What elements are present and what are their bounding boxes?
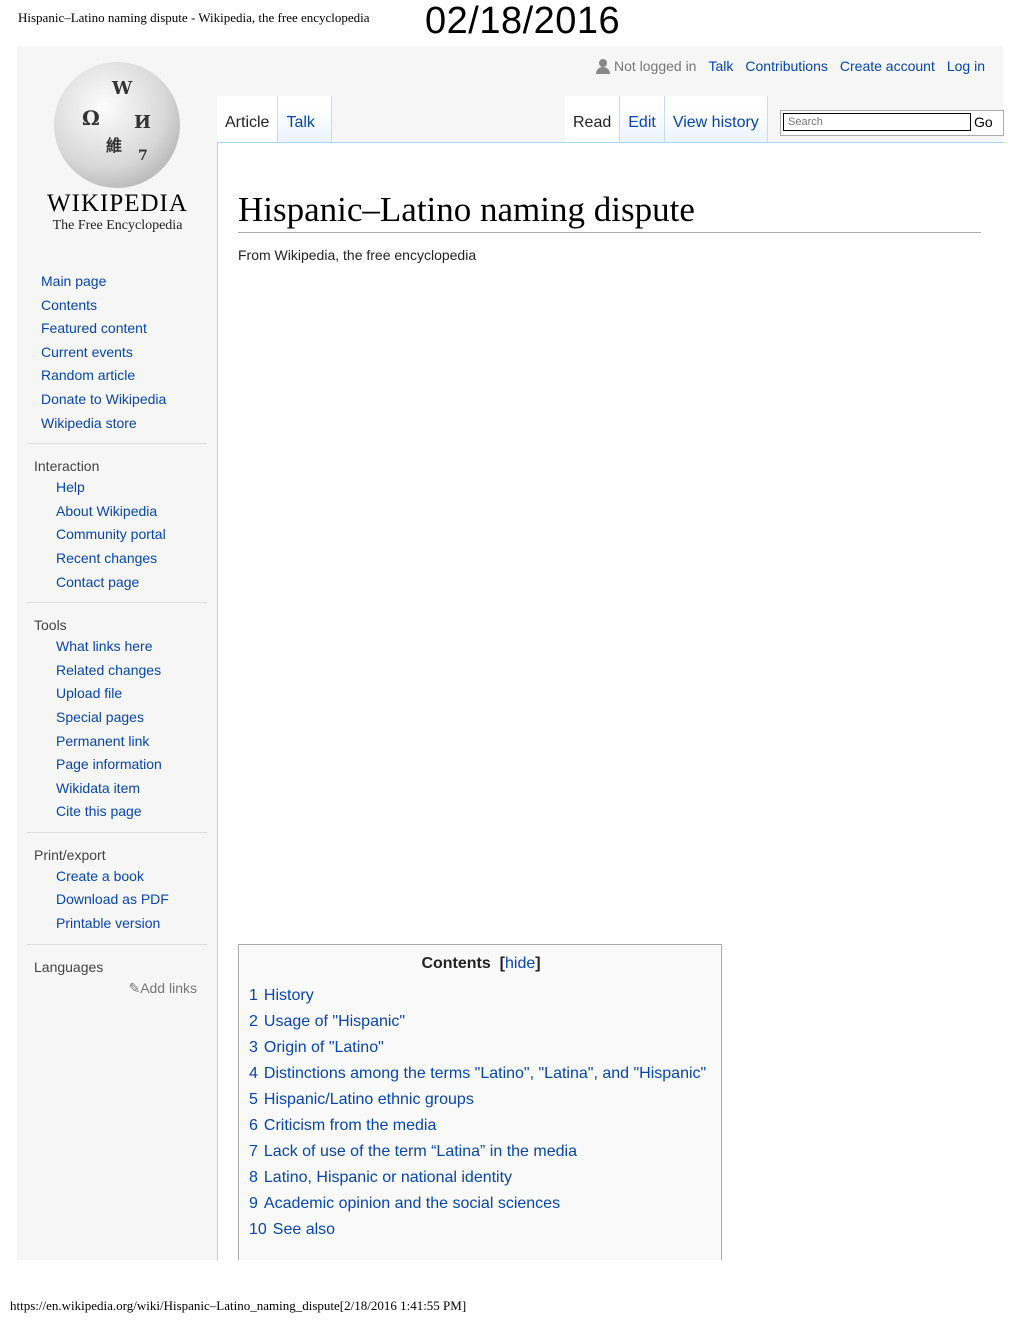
add-links-label: Add links [140,979,197,996]
log-in-link[interactable]: Log in [947,58,985,74]
sidebar: Main page Contents Featured content Curr… [27,270,207,1000]
tools-heading: Tools [34,617,67,634]
page-title: Hispanic–Latino naming dispute [238,190,981,233]
puzzle-globe-icon: W Ω И 維 7 [54,62,180,188]
tagline: The Free Encyclopedia [52,218,183,233]
toc-item[interactable]: 4 Distinctions among the terms "Latino", … [249,1061,713,1087]
wordmark: WIKIPEDIA [47,190,188,217]
sidebar-item-special-pages[interactable]: Special pages [27,706,207,730]
tab-talk[interactable]: Talk [278,96,332,142]
sidebar-item-current-events[interactable]: Current events [41,341,207,365]
tab-read[interactable]: Read [565,96,621,142]
sidebar-interaction: Interaction Help About Wikipedia Communi… [27,443,207,594]
sidebar-item-about[interactable]: About Wikipedia [27,500,207,524]
toc-hide-toggle[interactable]: hide [505,955,535,972]
sidebar-item-page-information[interactable]: Page information [27,753,207,777]
toc-item[interactable]: 8 Latino, Hispanic or national identity [249,1165,713,1191]
talk-link[interactable]: Talk [708,58,733,74]
sidebar-item-featured-content[interactable]: Featured content [41,317,207,341]
sidebar-item-help[interactable]: Help [27,476,207,500]
add-links-button[interactable]: ✎Add links [27,977,207,1001]
sidebar-item-cite-this-page[interactable]: Cite this page [27,800,207,824]
tab-edit-label: Edit [628,114,656,131]
tab-edit[interactable]: Edit [620,96,665,142]
sidebar-languages: Languages ✎Add links [27,943,207,1001]
tab-view-history[interactable]: View history [664,96,768,142]
not-logged-in: Not logged in [595,58,697,74]
toc-item[interactable]: 5 Hispanic/Latino ethnic groups [249,1087,713,1113]
sidebar-item-related-changes[interactable]: Related changes [27,659,207,683]
toc-item[interactable]: 10 See also [249,1217,713,1243]
languages-heading: Languages [34,958,104,975]
sidebar-print-export: Print/export Create a book Download as P… [27,831,207,936]
namespace-tabs: Article Talk [217,96,332,142]
toc-item[interactable]: 3 Origin of "Latino" [249,1035,713,1061]
sidebar-item-contact-page[interactable]: Contact page [27,571,207,595]
sidebar-item-upload-file[interactable]: Upload file [27,682,207,706]
table-of-contents: Contents [hide] 1 History 2 Usage of "Hisp… [238,944,722,1260]
view-tabs: Read Edit View history [565,96,768,142]
sidebar-item-wikidata-item[interactable]: Wikidata item [27,777,207,801]
toc-item[interactable]: 7 Lack of use of the term “Latina” in the… [249,1139,713,1165]
sidebar-item-create-book[interactable]: Create a book [27,865,207,889]
sidebar-item-store[interactable]: Wikipedia store [41,412,207,436]
toc-list: 1 History 2 Usage of "Hispanic" 3 Origin of… [249,983,713,1243]
sidebar-item-community-portal[interactable]: Community portal [27,523,207,547]
pencil-icon: ✎ [128,979,141,996]
search-box: Go [780,110,1004,136]
toc-title: Contents [421,955,491,972]
go-button[interactable]: Go [974,114,993,130]
sidebar-item-main-page[interactable]: Main page [41,270,207,294]
sidebar-item-recent-changes[interactable]: Recent changes [27,547,207,571]
tab-talk-label: Talk [286,114,315,131]
sidebar-item-permanent-link[interactable]: Permanent link [27,730,207,754]
not-logged-in-label: Not logged in [613,58,697,74]
toc-item[interactable]: 2 Usage of "Hispanic" [249,1009,713,1035]
sidebar-navigation: Main page Contents Featured content Curr… [27,270,207,435]
sidebar-tools: Tools What links here Related changes Up… [27,602,207,824]
sidebar-item-download-pdf[interactable]: Download as PDF [27,888,207,912]
user-icon [595,58,610,74]
sidebar-item-printable-version[interactable]: Printable version [27,912,207,936]
article-body [238,289,988,298]
toc-item[interactable]: 1 History [249,983,713,1009]
print-url: https://en.wikipedia.org/wiki/Hispanic–L… [10,1298,467,1313]
print-page-title: Hispanic–Latino naming dispute - Wikiped… [18,10,370,25]
site-subtitle: From Wikipedia, the free encyclopedia [238,247,477,263]
toc-item[interactable]: 6 Criticism from the media [249,1113,713,1139]
tab-view-history-label: View history [672,114,759,131]
interaction-heading: Interaction [34,458,100,475]
toc-item[interactable]: 9 Academic opinion and the social science… [249,1191,713,1217]
sidebar-item-random-article[interactable]: Random article [41,364,207,388]
tab-article[interactable]: Article [217,96,279,142]
wikipedia-logo[interactable]: W Ω И 維 7 WIKIPEDIA The Free Encyclopedi… [40,62,195,242]
print-date: 02/18/2016 [425,0,621,42]
print-export-heading: Print/export [34,846,106,863]
sidebar-item-contents[interactable]: Contents [41,294,207,318]
create-account-link[interactable]: Create account [840,58,935,74]
sidebar-item-what-links-here[interactable]: What links here [27,635,207,659]
contributions-link[interactable]: Contributions [745,58,828,74]
search-input[interactable] [783,113,971,131]
personal-tools: Not logged in Talk Contributions Create … [595,58,985,74]
toc-heading: Contents [hide] [421,955,541,972]
sidebar-item-donate[interactable]: Donate to Wikipedia [41,388,207,412]
